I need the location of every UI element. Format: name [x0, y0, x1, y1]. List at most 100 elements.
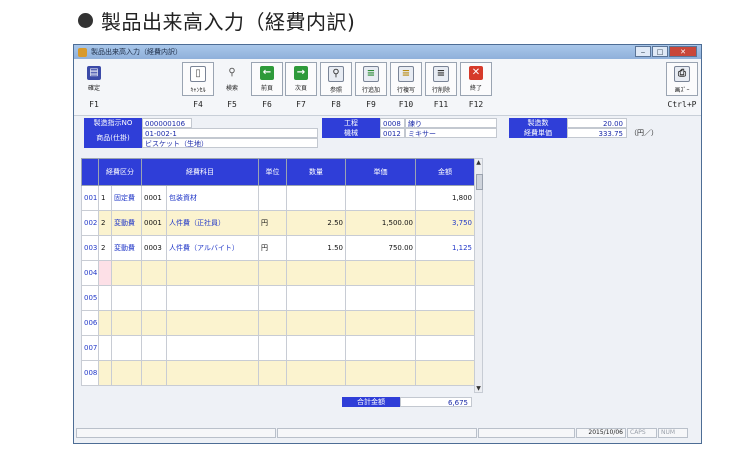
quantity-cell[interactable]: 2.50 — [286, 210, 346, 236]
item-name-cell[interactable] — [166, 335, 259, 361]
category-cell[interactable]: 変動費 — [111, 210, 142, 236]
category-cell[interactable] — [111, 260, 142, 286]
category-cell[interactable] — [111, 335, 142, 361]
category-cell[interactable] — [111, 360, 142, 386]
item-code-cell[interactable] — [141, 310, 167, 336]
item-name-cell[interactable]: 人件費（アルバイト） — [166, 235, 259, 261]
prev-page-button[interactable]: ← 前頁 — [251, 62, 283, 96]
item-code-cell[interactable]: 0003 — [141, 235, 167, 261]
item-name-cell[interactable]: 包装資材 — [166, 185, 259, 211]
column-header[interactable]: 単価 — [345, 158, 416, 186]
print-screen-button[interactable]: ⎙ 画ｽﾞｰ — [666, 62, 698, 96]
category-code-cell[interactable] — [98, 310, 112, 336]
category-code-cell[interactable]: 1 — [98, 185, 112, 211]
amount-cell[interactable] — [415, 285, 475, 311]
table-row[interactable]: 002 2 変動費 0001 人件費（正社員） 円 2.50 1,500.00 … — [81, 210, 475, 236]
item-name-cell[interactable] — [166, 310, 259, 336]
next-page-button[interactable]: → 次頁 — [285, 62, 317, 96]
table-row[interactable]: 004 — [81, 260, 475, 286]
table-row[interactable]: 003 2 変動費 0003 人件費（アルバイト） 円 1.50 750.00 … — [81, 235, 475, 261]
amount-cell[interactable] — [415, 360, 475, 386]
quantity-cell[interactable] — [286, 360, 346, 386]
quantity-cell[interactable] — [286, 335, 346, 361]
quantity-cell[interactable] — [286, 260, 346, 286]
category-cell[interactable]: 変動費 — [111, 235, 142, 261]
table-row[interactable]: 007 — [81, 335, 475, 361]
item-code-cell[interactable] — [141, 285, 167, 311]
reference-button[interactable]: ⚲ 参照 — [320, 62, 352, 96]
column-header[interactable]: 単位 — [258, 158, 287, 186]
price-cell[interactable] — [345, 285, 416, 311]
machine-code-field[interactable]: 0012 — [380, 128, 405, 138]
amount-cell[interactable]: 1,125 — [415, 235, 475, 261]
minimize-button[interactable]: ‒ — [635, 46, 651, 57]
title-bar[interactable]: 製品出来高入力（経費内訳） ‒ □ ✕ — [74, 45, 701, 59]
unit-cell[interactable]: 円 — [258, 235, 287, 261]
row-add-button[interactable]: ≡ 行追加 — [355, 62, 387, 96]
scroll-down-icon[interactable]: ▼ — [475, 385, 482, 392]
product-code-field[interactable]: 01-002-1 — [142, 128, 318, 138]
quantity-cell[interactable] — [286, 185, 346, 211]
price-cell[interactable] — [345, 185, 416, 211]
column-header[interactable]: 数量 — [286, 158, 346, 186]
category-code-cell[interactable] — [98, 335, 112, 361]
grid-scrollbar[interactable]: ▲ ▼ — [474, 158, 483, 393]
price-cell[interactable] — [345, 335, 416, 361]
quantity-field[interactable]: 20.00 — [567, 118, 627, 128]
category-code-cell[interactable] — [98, 260, 112, 286]
quantity-cell[interactable] — [286, 310, 346, 336]
category-code-cell[interactable] — [98, 285, 112, 311]
cancel-button[interactable]: ▯ ｷｬﾝｾﾙ — [182, 62, 214, 96]
table-row[interactable]: 008 — [81, 360, 475, 386]
price-cell[interactable] — [345, 360, 416, 386]
category-code-cell[interactable] — [98, 360, 112, 386]
amount-cell[interactable] — [415, 260, 475, 286]
unit-cell[interactable] — [258, 285, 287, 311]
item-code-cell[interactable] — [141, 260, 167, 286]
price-cell[interactable]: 750.00 — [345, 235, 416, 261]
item-code-cell[interactable] — [141, 360, 167, 386]
item-name-cell[interactable] — [166, 285, 259, 311]
maximize-button[interactable]: □ — [652, 46, 668, 57]
search-button[interactable]: ⚲ 検索 — [216, 62, 248, 96]
process-code-field[interactable]: 0008 — [380, 118, 405, 128]
table-row[interactable]: 006 — [81, 310, 475, 336]
scroll-thumb[interactable] — [476, 174, 483, 190]
unit-cell[interactable] — [258, 335, 287, 361]
quantity-cell[interactable] — [286, 285, 346, 311]
price-cell[interactable]: 1,500.00 — [345, 210, 416, 236]
unit-cell[interactable] — [258, 310, 287, 336]
column-header[interactable]: 金額 — [415, 158, 475, 186]
table-row[interactable]: 001 1 固定費 0001 包装資材 1,800 — [81, 185, 475, 211]
confirm-button[interactable]: ▤ 確定 — [78, 62, 110, 96]
category-code-cell[interactable]: 2 — [98, 210, 112, 236]
category-cell[interactable] — [111, 310, 142, 336]
item-name-cell[interactable] — [166, 360, 259, 386]
exit-button[interactable]: ✕ 終了 — [460, 62, 492, 96]
price-cell[interactable] — [345, 310, 416, 336]
row-copy-button[interactable]: ≡ 行複写 — [390, 62, 422, 96]
amount-cell[interactable]: 3,750 — [415, 210, 475, 236]
unit-cell[interactable] — [258, 360, 287, 386]
column-header[interactable]: 経費科目 — [141, 158, 259, 186]
unit-cell[interactable] — [258, 185, 287, 211]
item-code-cell[interactable]: 0001 — [141, 210, 167, 236]
product-name-field[interactable]: ビスケット（生地） — [142, 138, 318, 148]
category-cell[interactable] — [111, 285, 142, 311]
column-header[interactable]: 経費区分 — [98, 158, 142, 186]
category-cell[interactable]: 固定費 — [111, 185, 142, 211]
amount-cell[interactable]: 1,800 — [415, 185, 475, 211]
item-name-cell[interactable]: 人件費（正社員） — [166, 210, 259, 236]
unit-cell[interactable] — [258, 260, 287, 286]
price-cell[interactable] — [345, 260, 416, 286]
item-name-cell[interactable] — [166, 260, 259, 286]
unit-cell[interactable]: 円 — [258, 210, 287, 236]
item-code-cell[interactable] — [141, 335, 167, 361]
category-code-cell[interactable]: 2 — [98, 235, 112, 261]
scroll-up-icon[interactable]: ▲ — [475, 159, 482, 166]
order-no-field[interactable]: 000000106 — [142, 118, 192, 128]
item-code-cell[interactable]: 0001 — [141, 185, 167, 211]
table-row[interactable]: 005 — [81, 285, 475, 311]
amount-cell[interactable] — [415, 310, 475, 336]
quantity-cell[interactable]: 1.50 — [286, 235, 346, 261]
